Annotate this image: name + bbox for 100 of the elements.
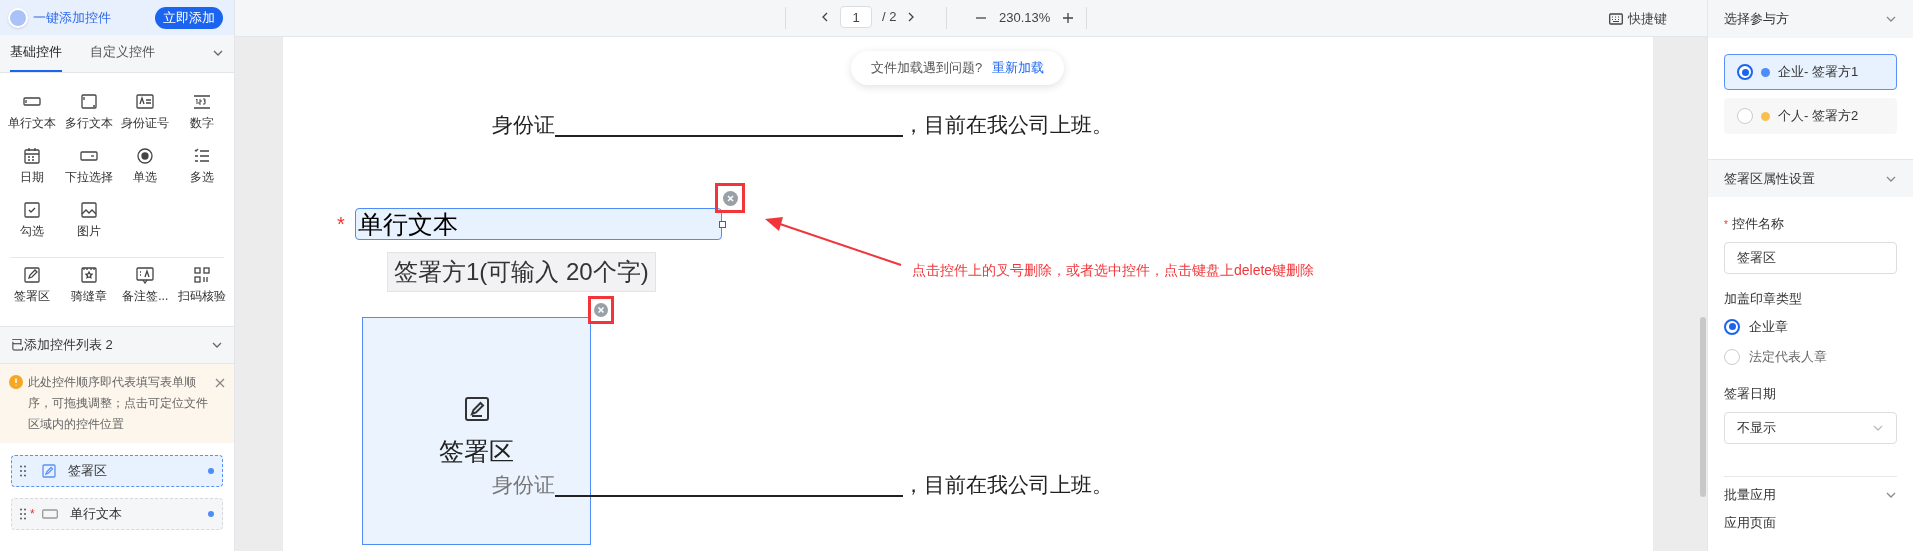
list-title: 已添加控件列表 2: [11, 336, 114, 355]
section-title: 批量应用: [1724, 486, 1777, 505]
control-tab[interactable]: 自定义控件: [90, 34, 155, 72]
keyboard-icon: [1609, 12, 1623, 25]
participant-label: 企业- 签署方1: [1778, 63, 1859, 82]
document-text: 身份证: [492, 112, 555, 139]
control-label: 单行文本: [8, 115, 57, 132]
radio-button[interactable]: [1724, 318, 1740, 335]
control-item[interactable]: 图片: [60, 197, 117, 251]
page-total: / 2: [882, 8, 897, 27]
added-control-item[interactable]: * 单行文本: [11, 498, 223, 530]
field-label: 应用页面: [1724, 514, 1777, 532]
control-label: 图片: [76, 223, 101, 240]
single-line-input-icon: [42, 509, 58, 519]
control-name: 单行文本: [70, 505, 123, 524]
note-sign-icon: [136, 266, 155, 284]
shortcut-button[interactable]: 快捷键: [1609, 9, 1667, 29]
control-item[interactable]: 数字: [173, 89, 230, 143]
notice-text: 文件加载遇到问题?: [871, 59, 983, 78]
control-label: 备注签...: [122, 288, 169, 305]
control-label: 下拉选择: [64, 169, 113, 186]
stamp-box-icon: [79, 266, 98, 284]
control-label: 签署区: [14, 288, 51, 305]
image-icon: [79, 201, 98, 219]
control-item[interactable]: 日期: [4, 143, 61, 197]
close-icon: [594, 303, 608, 317]
resize-handle[interactable]: [719, 221, 726, 228]
control-label: 身份证号: [121, 115, 170, 132]
control-label: 骑缝章: [70, 288, 107, 305]
field-label: 签署日期: [1724, 384, 1777, 403]
document-text: ，目前在我公司上班。: [903, 472, 1113, 499]
info-icon: [9, 375, 23, 389]
scrollbar-thumb[interactable]: [1700, 317, 1706, 497]
control-item[interactable]: 扫码核验: [173, 262, 230, 316]
control-item[interactable]: 签署区: [4, 262, 61, 316]
add-now-button[interactable]: 立即添加: [155, 6, 223, 29]
name-input-field[interactable]: 签署区: [1724, 242, 1897, 274]
notice-text: 此处控件顺序即代表填写表单顺序，可拖拽调整；点击可定位文件区域内的控件位置: [28, 374, 209, 433]
date-select[interactable]: 不显示: [1724, 412, 1897, 444]
control-label: 多行文本: [64, 115, 113, 132]
control-item[interactable]: 备注签...: [117, 262, 174, 316]
control-label: 单选: [133, 169, 158, 186]
number-icon: [192, 93, 211, 111]
plus-icon: [1062, 11, 1075, 24]
signature-label: 签署区: [439, 436, 514, 466]
document-text: 身份证: [492, 472, 555, 499]
participant-label: 个人- 签署方2: [1778, 107, 1859, 126]
page-number-field[interactable]: 1: [840, 6, 872, 28]
radio-icon: [136, 147, 155, 165]
reload-link[interactable]: 重新加载: [992, 58, 1045, 78]
calendar-icon: [23, 147, 42, 165]
control-tab[interactable]: 基础控件: [10, 34, 62, 72]
field-label: 控件名称: [1731, 215, 1784, 234]
checklist-icon: [192, 147, 211, 165]
checkbox-icon: [23, 201, 42, 219]
multi-line-input-icon: [79, 93, 98, 111]
control-label: 勾选: [20, 223, 45, 240]
control-label: 日期: [20, 169, 45, 186]
control-label: 多选: [189, 169, 214, 186]
previous-page-button[interactable]: [820, 11, 830, 23]
added-control-item[interactable]: 签署区: [11, 455, 223, 487]
control-item[interactable]: 多行文本: [60, 89, 117, 143]
radio-button[interactable]: [1737, 64, 1753, 80]
pen-box-icon: [463, 396, 490, 422]
id-card-icon: [136, 93, 155, 111]
section-title: 签署区属性设置: [1724, 169, 1816, 188]
control-name: 签署区: [68, 462, 108, 481]
control-item[interactable]: 骑缝章: [60, 262, 117, 316]
participant-option[interactable]: 企业- 签署方1: [1724, 54, 1897, 90]
zoom-in-button[interactable]: [1062, 11, 1075, 24]
control-item[interactable]: 单行文本: [4, 89, 61, 143]
required-mark: *: [1724, 217, 1728, 232]
control-item[interactable]: 勾选: [4, 197, 61, 251]
qr-grid-icon: [192, 266, 211, 284]
participant-option[interactable]: 个人- 签署方2: [1724, 98, 1897, 134]
radio-label: 企业章: [1749, 317, 1788, 336]
document-text: ，目前在我公司上班。: [903, 112, 1113, 139]
required-mark: *: [30, 506, 36, 523]
required-mark: *: [337, 214, 345, 234]
close-icon: [215, 378, 225, 388]
radio-label: 法定代表人章: [1749, 347, 1827, 366]
control-item[interactable]: 多选: [173, 143, 230, 197]
control-item[interactable]: 单选: [117, 143, 174, 197]
control-item[interactable]: 下拉选择: [60, 143, 117, 197]
section-title: 选择参与方: [1724, 10, 1790, 29]
pen-box-icon: [42, 464, 56, 478]
field-label: 加盖印章类型: [1724, 290, 1803, 308]
pen-box-icon: [23, 266, 42, 284]
chevron-left-icon: [820, 11, 830, 23]
control-item[interactable]: 身份证号: [117, 89, 174, 143]
ai-logo-icon: [8, 7, 28, 28]
close-icon: [722, 190, 738, 206]
control-label: 扫码核验: [177, 288, 226, 305]
field-caption: 签署方1(可输入 20个字): [387, 252, 656, 292]
annotation-text: 点击控件上的叉号删除，或者选中控件，点击键盘上delete键删除: [912, 261, 1315, 280]
drag-handle-icon: [20, 508, 26, 520]
zoom-level: 230.13%: [999, 9, 1051, 27]
control-label: 数字: [189, 115, 214, 132]
drag-handle-icon: [20, 465, 26, 477]
text-input-field[interactable]: 单行文本: [355, 208, 722, 240]
